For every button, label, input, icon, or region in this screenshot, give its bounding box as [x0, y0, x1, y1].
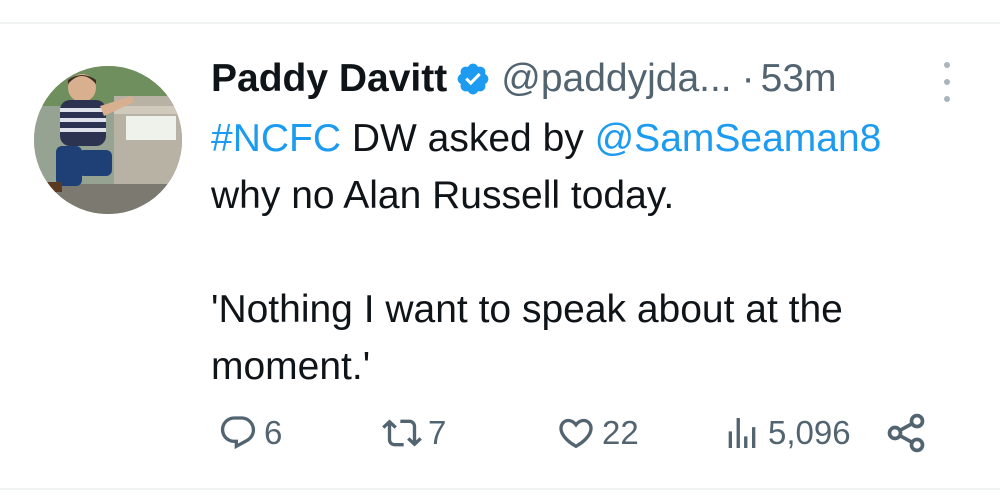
- like-button[interactable]: 22: [556, 408, 639, 458]
- like-count: 22: [602, 414, 639, 451]
- retweet-button[interactable]: 7: [382, 408, 446, 458]
- tweet-header: Paddy Davitt @paddyjda... · 53m: [211, 52, 837, 106]
- bottom-divider: [0, 488, 1000, 490]
- retweet-count: 7: [428, 414, 447, 451]
- top-divider: [0, 22, 1000, 24]
- avatar[interactable]: [34, 66, 182, 214]
- separator-dot: ·: [741, 57, 755, 100]
- more-vertical-icon[interactable]: [937, 62, 957, 102]
- heart-icon: [556, 413, 596, 453]
- tweet-line-1: #NCFC DW asked by @SamSeaman8: [211, 110, 951, 167]
- timestamp[interactable]: 53m: [761, 57, 837, 101]
- author-handle[interactable]: @paddyjda...: [501, 57, 731, 101]
- reply-count: 6: [264, 414, 283, 451]
- reply-button[interactable]: 6: [218, 408, 282, 458]
- share-icon: [884, 411, 928, 455]
- tweet-line-3: 'Nothing I want to speak about at the: [211, 288, 843, 331]
- share-button[interactable]: [884, 408, 928, 458]
- tweet-line-2: why no Alan Russell today.: [211, 174, 675, 217]
- tweet-text: #NCFC DW asked by @SamSeaman8 why no Ala…: [211, 110, 951, 395]
- verified-badge-icon: [455, 61, 491, 97]
- mention-link[interactable]: @SamSeaman8: [595, 117, 882, 160]
- tweet-line-4: moment.': [211, 345, 371, 388]
- author-name[interactable]: Paddy Davitt: [211, 57, 447, 101]
- views-count: 5,096: [768, 414, 851, 451]
- retweet-icon: [382, 413, 422, 453]
- tweet-text-segment: DW asked by: [341, 117, 595, 160]
- views-button[interactable]: 5,096: [722, 408, 851, 458]
- views-chart-icon: [722, 413, 762, 453]
- hashtag-link[interactable]: #NCFC: [211, 117, 341, 160]
- action-bar: 6 7 22 5,096: [0, 408, 1000, 458]
- reply-icon: [218, 413, 258, 453]
